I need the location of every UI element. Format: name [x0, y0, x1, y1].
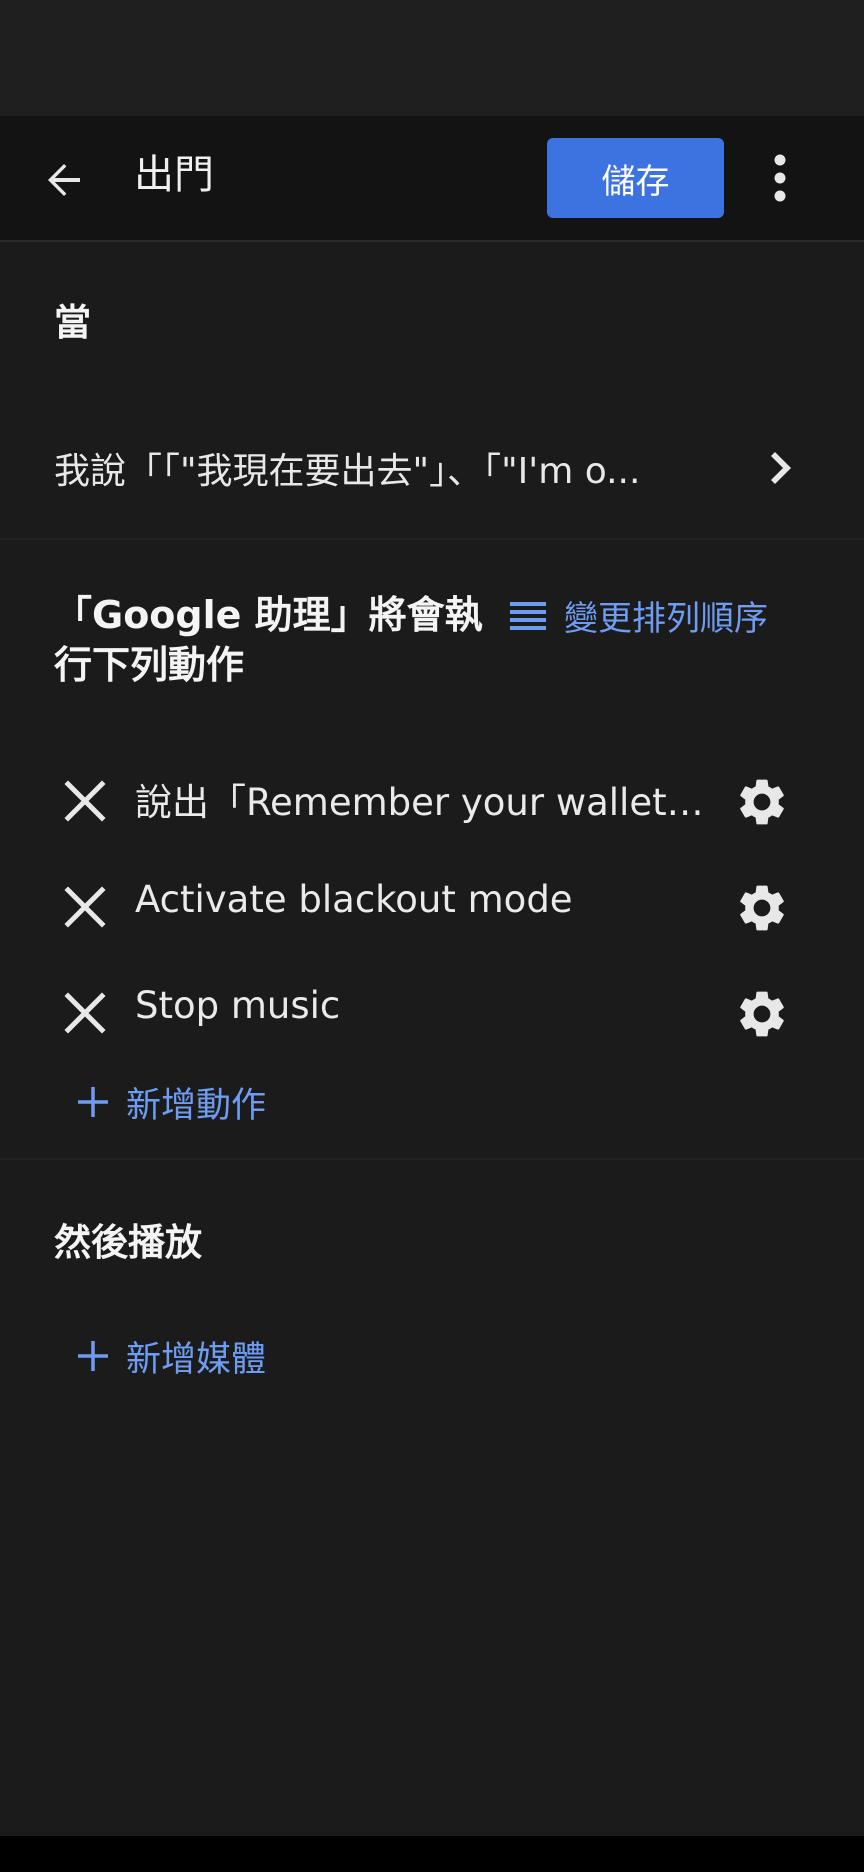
then-section-title: 然後播放	[54, 1221, 202, 1264]
reorder-label: 變更排列順序	[564, 598, 768, 639]
when-section-title: 當	[54, 301, 91, 344]
trigger-phrases: 我說「「"我現在要出去"」、「"I'm o...	[54, 451, 641, 492]
add-media-label: 新增媒體	[126, 1339, 267, 1380]
add-action-button[interactable]: 新增動作	[76, 1072, 266, 1132]
more-vertical-icon[interactable]	[766, 152, 794, 204]
reorder-icon	[510, 602, 546, 630]
chevron-right-icon	[771, 452, 791, 484]
plus-icon	[78, 1341, 108, 1371]
close-icon[interactable]	[64, 780, 106, 822]
action-row[interactable]: Stop music	[0, 964, 864, 1060]
add-media-button[interactable]: 新增媒體	[76, 1326, 266, 1386]
status-bar	[0, 0, 864, 116]
close-icon[interactable]	[64, 886, 106, 928]
reorder-button[interactable]: 變更排列順序	[508, 590, 768, 640]
gear-icon[interactable]	[734, 880, 790, 936]
trigger-row[interactable]: 我說「「"我現在要出去"」、「"I'm o...	[0, 420, 864, 518]
action-label: Stop music	[135, 984, 341, 1027]
action-label: Activate blackout mode	[135, 878, 573, 921]
close-icon[interactable]	[64, 992, 106, 1034]
navigation-bar	[0, 1836, 864, 1872]
app-bar: 出門 儲存	[0, 116, 864, 242]
save-button[interactable]: 儲存	[547, 138, 724, 218]
arrow-back-icon[interactable]	[40, 156, 88, 204]
divider	[0, 1158, 864, 1160]
action-row[interactable]: Activate blackout mode	[0, 858, 864, 954]
action-label: 說出「Remember your wallet, ...	[135, 781, 705, 824]
add-action-label: 新增動作	[126, 1085, 267, 1126]
page-title: 出門	[134, 152, 214, 198]
gear-icon[interactable]	[734, 774, 790, 830]
actions-section-title: 「Google 助理」將會執行下列動作	[54, 593, 483, 687]
gear-icon[interactable]	[734, 986, 790, 1042]
divider	[0, 538, 864, 540]
plus-icon	[78, 1087, 108, 1117]
action-row[interactable]: 說出「Remember your wallet, ...	[0, 752, 864, 848]
